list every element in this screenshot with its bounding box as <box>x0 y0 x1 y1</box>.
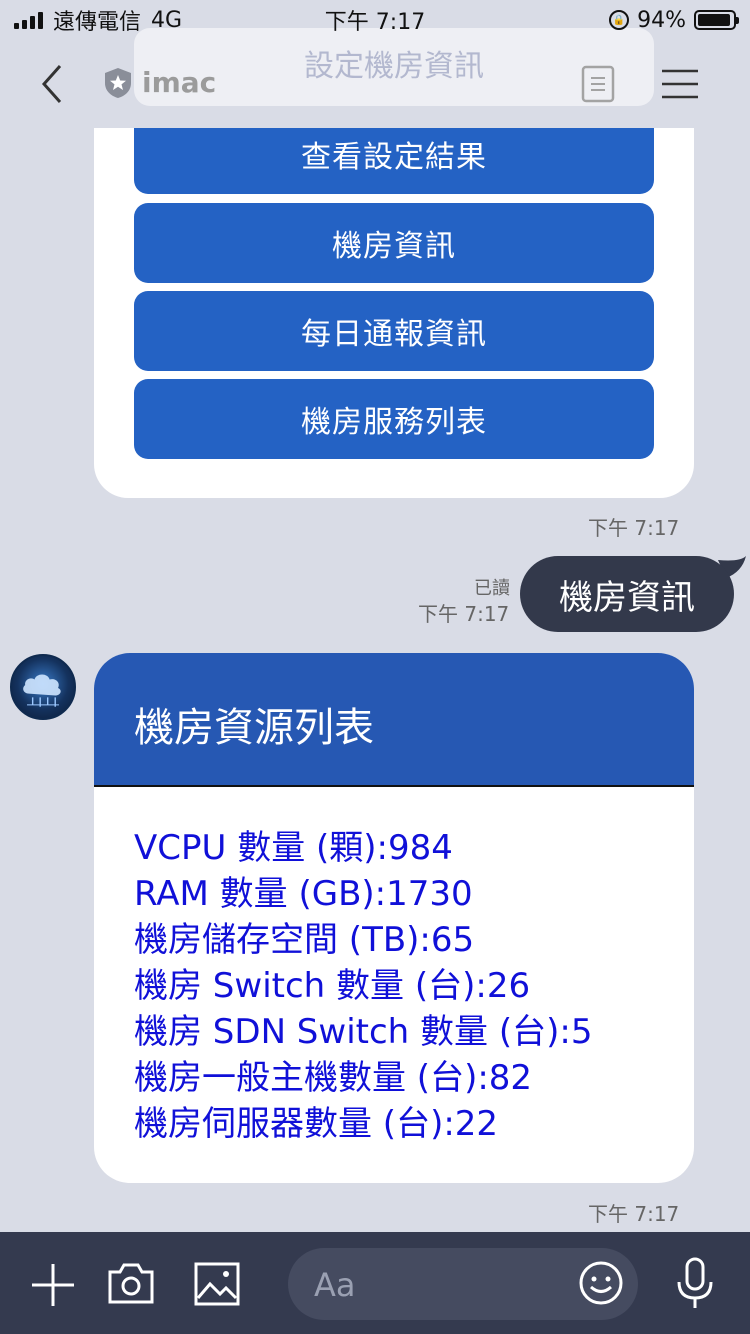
menu-button-datacenter-info[interactable]: 機房資訊 <box>134 203 654 283</box>
server-line: 機房伺服器數量 (台):22 <box>134 1104 499 1144</box>
sent-message-bubble[interactable]: 機房資訊 <box>520 556 734 632</box>
ram-line: RAM 數量 (GB):1730 <box>134 874 473 914</box>
hamburger-menu-icon[interactable] <box>660 68 700 100</box>
bot-avatar[interactable] <box>10 654 76 720</box>
status-left: 遠傳電信 4G <box>14 4 182 36</box>
sdn-switch-line: 機房 SDN Switch 數量 (台):5 <box>134 1012 593 1052</box>
chat-screen: 遠傳電信 4G 下午 7:17 🔒 94% 查看設定結果 機房資訊 每日通報資訊… <box>0 0 750 1334</box>
message-input-placeholder: Aa <box>314 1266 356 1304</box>
orientation-lock-icon: 🔒 <box>609 10 630 30</box>
battery-percent: 94% <box>637 7 686 33</box>
menu-timestamp: 下午 7:17 <box>588 516 680 540</box>
read-receipt: 已讀 <box>474 578 510 599</box>
menu-button-service-list[interactable]: 機房服務列表 <box>134 379 654 459</box>
camera-icon[interactable] <box>106 1260 156 1306</box>
rich-menu-card: 查看設定結果 機房資訊 每日通報資訊 機房服務列表 <box>94 100 694 498</box>
flex-body: VCPU 數量 (顆):984 RAM 數量 (GB):1730 機房儲存空間 … <box>134 825 592 1147</box>
flex-header: 機房資源列表 <box>94 653 694 787</box>
sent-timestamp: 下午 7:17 <box>418 602 510 626</box>
menu-button-daily-report[interactable]: 每日通報資訊 <box>134 291 654 371</box>
emoji-icon[interactable] <box>578 1260 624 1306</box>
flex-title: 機房資源列表 <box>134 705 374 751</box>
flex-message-card: 機房資源列表 VCPU 數量 (顆):984 RAM 數量 (GB):1730 … <box>94 653 694 1183</box>
status-bar: 遠傳電信 4G 下午 7:17 🔒 94% <box>0 0 750 40</box>
message-input[interactable]: Aa <box>288 1248 638 1320</box>
network-label: 4G <box>151 7 183 33</box>
microphone-icon[interactable] <box>674 1256 716 1312</box>
verified-shield-icon <box>105 67 131 98</box>
cloud-icon <box>23 674 61 707</box>
signal-icon <box>14 11 43 29</box>
battery-icon <box>694 10 739 30</box>
battery-fill <box>698 14 730 26</box>
plus-icon[interactable] <box>30 1262 76 1308</box>
host-line: 機房一般主機數量 (台):82 <box>134 1058 533 1098</box>
image-icon[interactable] <box>194 1262 240 1306</box>
status-right: 🔒 94% <box>609 7 739 33</box>
storage-line: 機房儲存空間 (TB):65 <box>134 920 475 960</box>
carrier-label: 遠傳電信 <box>53 10 142 35</box>
input-bar: Aa <box>0 1232 750 1334</box>
flex-timestamp: 下午 7:17 <box>588 1202 680 1226</box>
back-icon[interactable] <box>36 62 70 106</box>
vcpu-line: VCPU 數量 (顆):984 <box>134 828 453 868</box>
switch-line: 機房 Switch 數量 (台):26 <box>134 966 531 1006</box>
